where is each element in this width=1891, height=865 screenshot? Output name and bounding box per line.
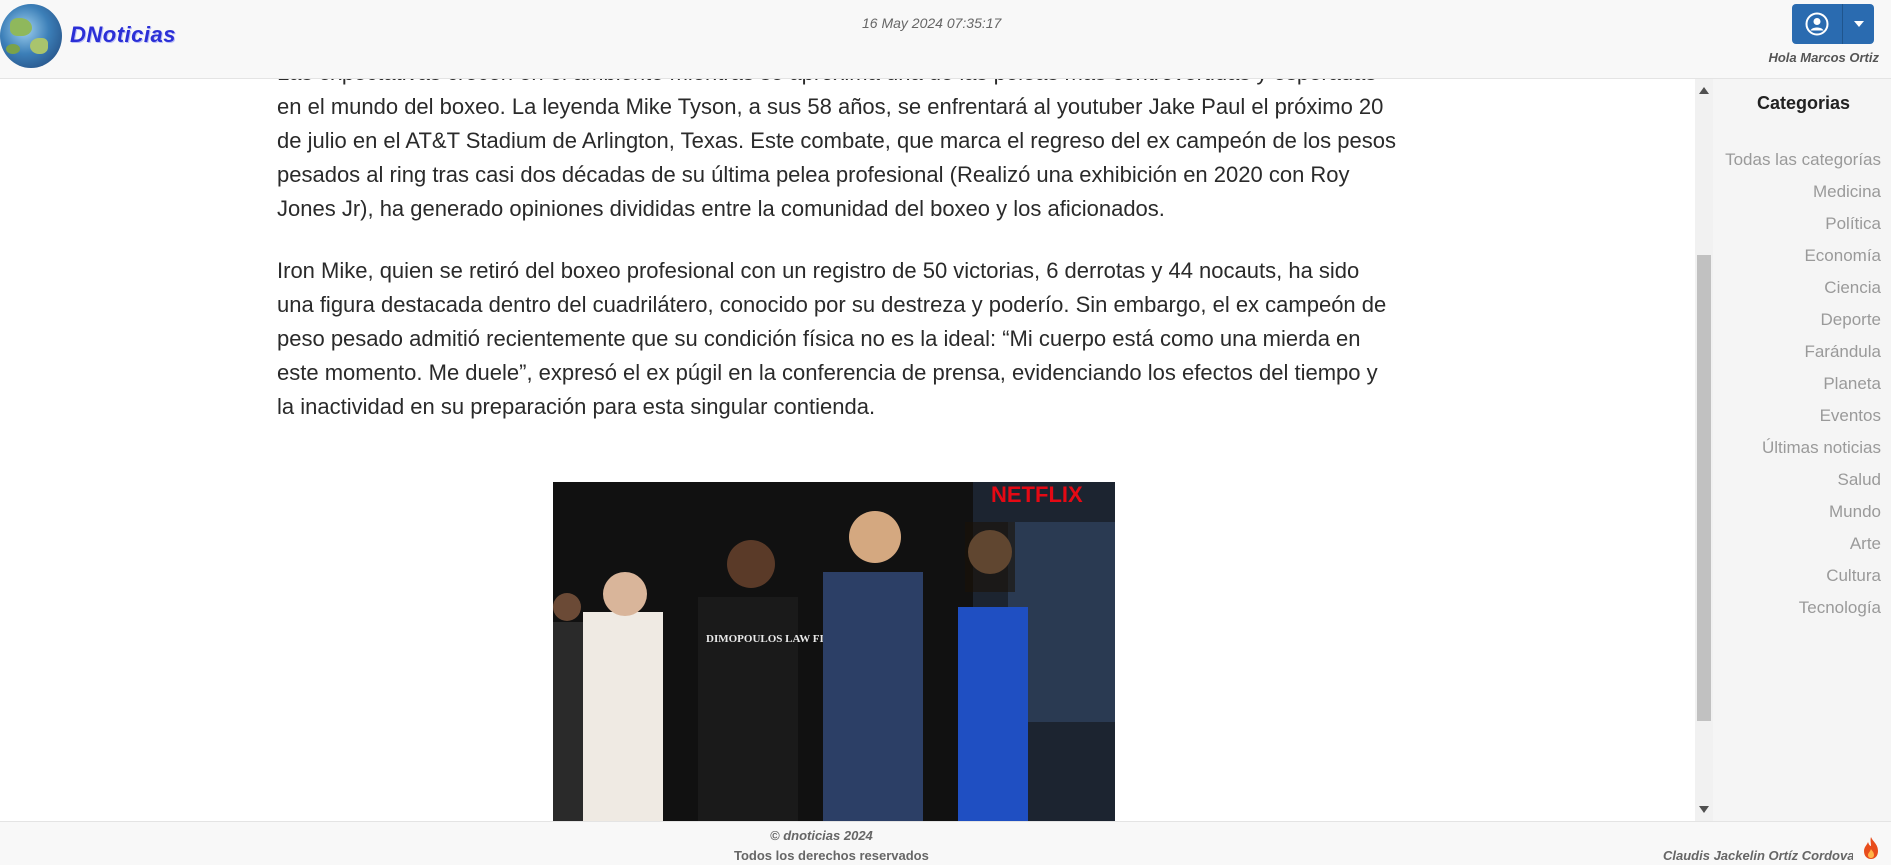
article-paragraph: Iron Mike, quien se retiró del boxeo pro… bbox=[277, 258, 1387, 419]
caret-down-icon bbox=[1853, 21, 1864, 27]
article-content-area[interactable]: Las expectativas crecen en el ambiente m… bbox=[0, 79, 1695, 821]
page-footer: © dnoticias 2024 Todos los derechos rese… bbox=[0, 821, 1891, 865]
category-item-todas[interactable]: Todas las categorías bbox=[1725, 144, 1881, 176]
arrow-down-icon[interactable] bbox=[1699, 806, 1709, 813]
categories-sidebar: Categorias Todas las categorías Medicina… bbox=[1713, 79, 1891, 821]
site-logo-text[interactable]: DNoticias bbox=[70, 22, 176, 48]
top-header: DNoticias 16 May 2024 07:35:17 Hola Marc… bbox=[0, 0, 1891, 79]
category-item-economia[interactable]: Economía bbox=[1725, 240, 1881, 272]
arrow-up-icon[interactable] bbox=[1699, 87, 1709, 94]
category-item-mundo[interactable]: Mundo bbox=[1725, 496, 1881, 528]
category-item-eventos[interactable]: Eventos bbox=[1725, 400, 1881, 432]
footer-copyright: © dnoticias 2024 bbox=[770, 828, 873, 843]
shirt-text: DIMOPOULOS LAW FIRM bbox=[706, 633, 843, 645]
category-item-politica[interactable]: Política bbox=[1725, 208, 1881, 240]
user-menu-dropdown-button[interactable] bbox=[1842, 4, 1874, 44]
category-item-cultura[interactable]: Cultura bbox=[1725, 560, 1881, 592]
footer-author: Claudis Jackelin Ortíz Cordova bbox=[1663, 848, 1853, 863]
category-item-planeta[interactable]: Planeta bbox=[1725, 368, 1881, 400]
flame-icon bbox=[1864, 837, 1878, 859]
user-greeting: Hola Marcos Ortiz bbox=[1768, 50, 1879, 65]
category-item-arte[interactable]: Arte bbox=[1725, 528, 1881, 560]
article-paragraph: Las expectativas crecen en el ambiente m… bbox=[277, 79, 1396, 221]
globe-logo-icon[interactable] bbox=[0, 4, 62, 68]
user-circle-icon bbox=[1805, 12, 1829, 36]
category-item-ciencia[interactable]: Ciencia bbox=[1725, 272, 1881, 304]
current-datetime: 16 May 2024 07:35:17 bbox=[862, 15, 1002, 31]
category-item-salud[interactable]: Salud bbox=[1725, 464, 1881, 496]
category-item-ultimas-noticias[interactable]: Últimas noticias bbox=[1725, 432, 1881, 464]
user-account-button[interactable] bbox=[1792, 4, 1842, 44]
footer-rights: Todos los derechos reservados bbox=[734, 848, 929, 863]
scrollbar-thumb[interactable] bbox=[1697, 255, 1711, 721]
category-item-farandula[interactable]: Farándula bbox=[1725, 336, 1881, 368]
category-item-deporte[interactable]: Deporte bbox=[1725, 304, 1881, 336]
category-item-tecnologia[interactable]: Tecnología bbox=[1725, 592, 1881, 624]
category-item-medicina[interactable]: Medicina bbox=[1725, 176, 1881, 208]
categories-title: Categorias bbox=[1757, 93, 1851, 113]
article-photo: NETFLIX DIMOPOULOS LAW FIRM bbox=[553, 482, 1115, 821]
article-body: Las expectativas crecen en el ambiente m… bbox=[277, 79, 1397, 452]
content-scrollbar[interactable] bbox=[1695, 79, 1713, 821]
netflix-banner-text: NETFLIX bbox=[991, 482, 1083, 507]
categories-list: Todas las categorías Medicina Política E… bbox=[1725, 144, 1881, 624]
